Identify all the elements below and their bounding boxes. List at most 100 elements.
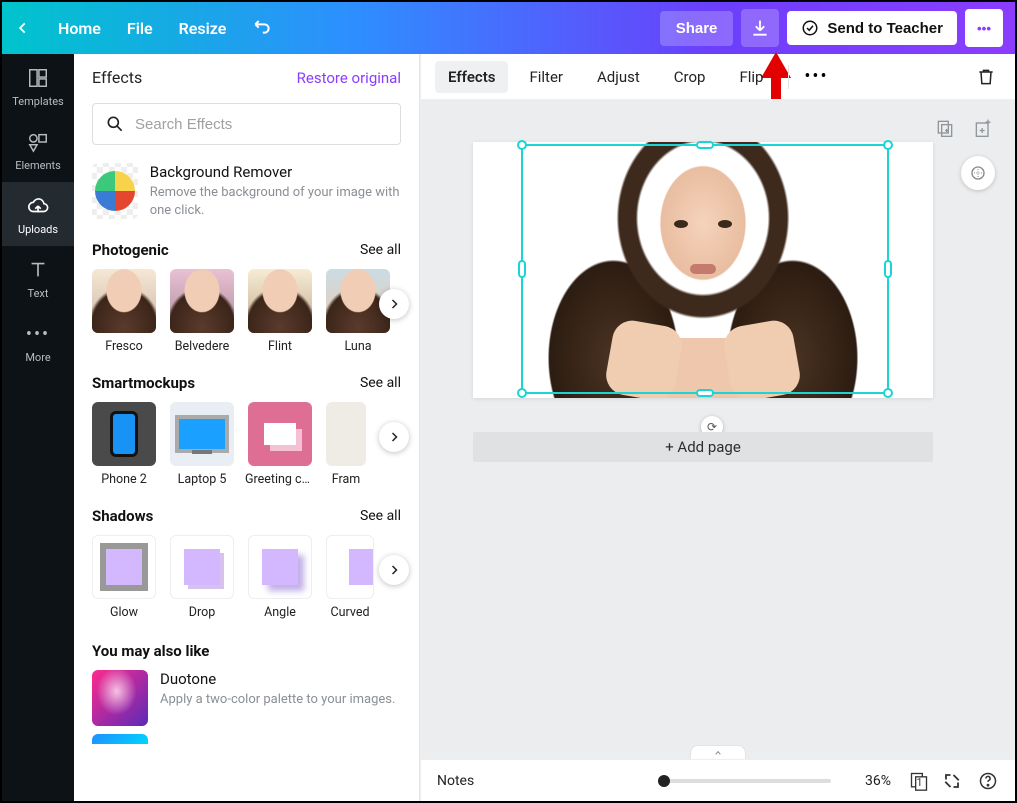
rail-more[interactable]: ••• More bbox=[2, 310, 74, 374]
text-icon bbox=[26, 258, 50, 282]
tab-crop[interactable]: Crop bbox=[661, 61, 719, 93]
selection-box[interactable] bbox=[521, 144, 889, 394]
effects-panel: Effects Restore original Background Remo… bbox=[74, 54, 420, 801]
chevron-right-icon bbox=[388, 564, 400, 576]
bg-remover-title: Background Remover bbox=[150, 163, 401, 181]
background-remover[interactable]: Background Remover Remove the background… bbox=[92, 161, 401, 233]
search-input[interactable] bbox=[135, 116, 388, 133]
add-page-button[interactable]: + Add page bbox=[473, 432, 933, 462]
resize-handle-rm[interactable] bbox=[884, 260, 892, 278]
toolbar-more[interactable]: ••• bbox=[801, 62, 831, 92]
rail-text[interactable]: Text bbox=[2, 246, 74, 310]
resize-handle-tm[interactable] bbox=[696, 141, 714, 149]
undo-icon[interactable] bbox=[252, 16, 272, 40]
see-all-photogenic[interactable]: See all bbox=[360, 242, 401, 258]
help-button[interactable] bbox=[977, 770, 999, 792]
send-label: Send to Teacher bbox=[827, 20, 943, 37]
left-rail: Templates Elements Uploads Text ••• More bbox=[2, 54, 74, 801]
canvas-area[interactable]: ⟳ + Add page bbox=[421, 100, 1015, 759]
uploads-icon bbox=[26, 194, 50, 218]
mockup-greeting[interactable]: Greeting car... bbox=[248, 402, 312, 487]
animate-button[interactable] bbox=[961, 156, 995, 190]
bg-remover-desc: Remove the background of your image with… bbox=[150, 184, 401, 219]
share-button[interactable]: Share bbox=[660, 11, 734, 46]
duplicate-page-icon[interactable] bbox=[933, 116, 957, 140]
effect-duotone[interactable]: Duotone Apply a two-color palette to you… bbox=[92, 670, 401, 726]
more-button[interactable]: ••• bbox=[965, 9, 1003, 47]
resize-handle-bl[interactable] bbox=[517, 388, 527, 398]
restore-original-link[interactable]: Restore original bbox=[297, 69, 401, 87]
shadow-curved[interactable]: Curved bbox=[326, 535, 374, 620]
resize-handle-lm[interactable] bbox=[518, 260, 526, 278]
page-list-button[interactable]: 1 bbox=[905, 770, 927, 792]
scroll-smartmockups-right[interactable] bbox=[379, 422, 409, 452]
cap-glow: Glow bbox=[110, 605, 138, 620]
cap-phone2: Phone 2 bbox=[101, 472, 147, 487]
sparkle-icon bbox=[969, 164, 987, 182]
resize-handle-br[interactable] bbox=[883, 388, 893, 398]
shadow-angle[interactable]: Angle bbox=[248, 535, 312, 620]
nav-home[interactable]: Home bbox=[58, 19, 101, 38]
section-smartmockups-label: Smartmockups bbox=[92, 374, 195, 392]
add-page-icon[interactable] bbox=[971, 116, 995, 140]
mockup-phone2[interactable]: Phone 2 bbox=[92, 402, 156, 487]
nav-file[interactable]: File bbox=[127, 19, 153, 38]
scroll-photogenic-right[interactable] bbox=[379, 289, 409, 319]
back-icon[interactable] bbox=[14, 19, 32, 37]
cap-curved: Curved bbox=[330, 605, 369, 620]
tab-filter[interactable]: Filter bbox=[516, 61, 576, 93]
rail-text-label: Text bbox=[28, 287, 49, 300]
templates-icon bbox=[26, 66, 50, 90]
see-all-smartmockups[interactable]: See all bbox=[360, 375, 401, 391]
tab-adjust[interactable]: Adjust bbox=[584, 61, 653, 93]
search-effects[interactable] bbox=[92, 103, 401, 145]
duotone-desc: Apply a two-color palette to your images… bbox=[160, 691, 395, 709]
effect-belvedere[interactable]: Belvedere bbox=[170, 269, 234, 354]
resize-handle-tl[interactable] bbox=[517, 140, 527, 150]
zoom-slider[interactable] bbox=[661, 779, 831, 783]
page-expand-handle[interactable] bbox=[690, 745, 746, 759]
bg-remover-icon bbox=[92, 163, 138, 219]
see-all-shadows[interactable]: See all bbox=[360, 508, 401, 524]
duotone-title: Duotone bbox=[160, 670, 395, 688]
fullscreen-button[interactable] bbox=[941, 770, 963, 792]
rail-uploads[interactable]: Uploads bbox=[2, 182, 74, 246]
resize-handle-tr[interactable] bbox=[883, 140, 893, 150]
rail-elements-label: Elements bbox=[15, 159, 61, 172]
more-icon: ••• bbox=[26, 322, 50, 346]
partial-next-item bbox=[92, 734, 148, 744]
effect-fresco[interactable]: Fresco bbox=[92, 269, 156, 354]
tab-flip[interactable]: Flip bbox=[726, 61, 776, 93]
nav-resize[interactable]: Resize bbox=[179, 19, 227, 38]
rail-elements[interactable]: Elements bbox=[2, 118, 74, 182]
rail-more-label: More bbox=[25, 351, 50, 364]
mockup-laptop5[interactable]: Laptop 5 bbox=[170, 402, 234, 487]
page-count: 1 bbox=[916, 776, 922, 789]
effect-flint[interactable]: Flint bbox=[248, 269, 312, 354]
delete-button[interactable] bbox=[971, 62, 1001, 92]
chevron-right-icon bbox=[388, 298, 400, 310]
resize-handle-bm[interactable] bbox=[696, 389, 714, 397]
tab-effects[interactable]: Effects bbox=[435, 61, 508, 93]
send-to-teacher-button[interactable]: Send to Teacher bbox=[787, 11, 957, 45]
notes-button[interactable]: Notes bbox=[437, 773, 474, 789]
download-button[interactable] bbox=[741, 9, 779, 47]
mockup-frame[interactable]: Fram bbox=[326, 402, 366, 487]
elements-icon bbox=[26, 130, 50, 154]
rail-templates[interactable]: Templates bbox=[2, 54, 74, 118]
shadow-drop[interactable]: Drop bbox=[170, 535, 234, 620]
section-photogenic-label: Photogenic bbox=[92, 241, 169, 259]
cap-belvedere: Belvedere bbox=[175, 339, 230, 354]
cap-angle: Angle bbox=[264, 605, 296, 620]
image-toolbar: Effects Filter Adjust Crop Flip ••• bbox=[421, 54, 1015, 100]
shadow-glow[interactable]: Glow bbox=[92, 535, 156, 620]
section-shadows-label: Shadows bbox=[92, 507, 153, 525]
duotone-icon bbox=[92, 670, 148, 726]
chevron-up-icon bbox=[712, 749, 724, 757]
cap-frame: Fram bbox=[332, 472, 361, 487]
search-icon bbox=[105, 114, 125, 134]
cap-flint: Flint bbox=[268, 339, 292, 354]
zoom-knob[interactable] bbox=[658, 775, 670, 787]
cap-drop: Drop bbox=[189, 605, 215, 620]
scroll-shadows-right[interactable] bbox=[379, 555, 409, 585]
